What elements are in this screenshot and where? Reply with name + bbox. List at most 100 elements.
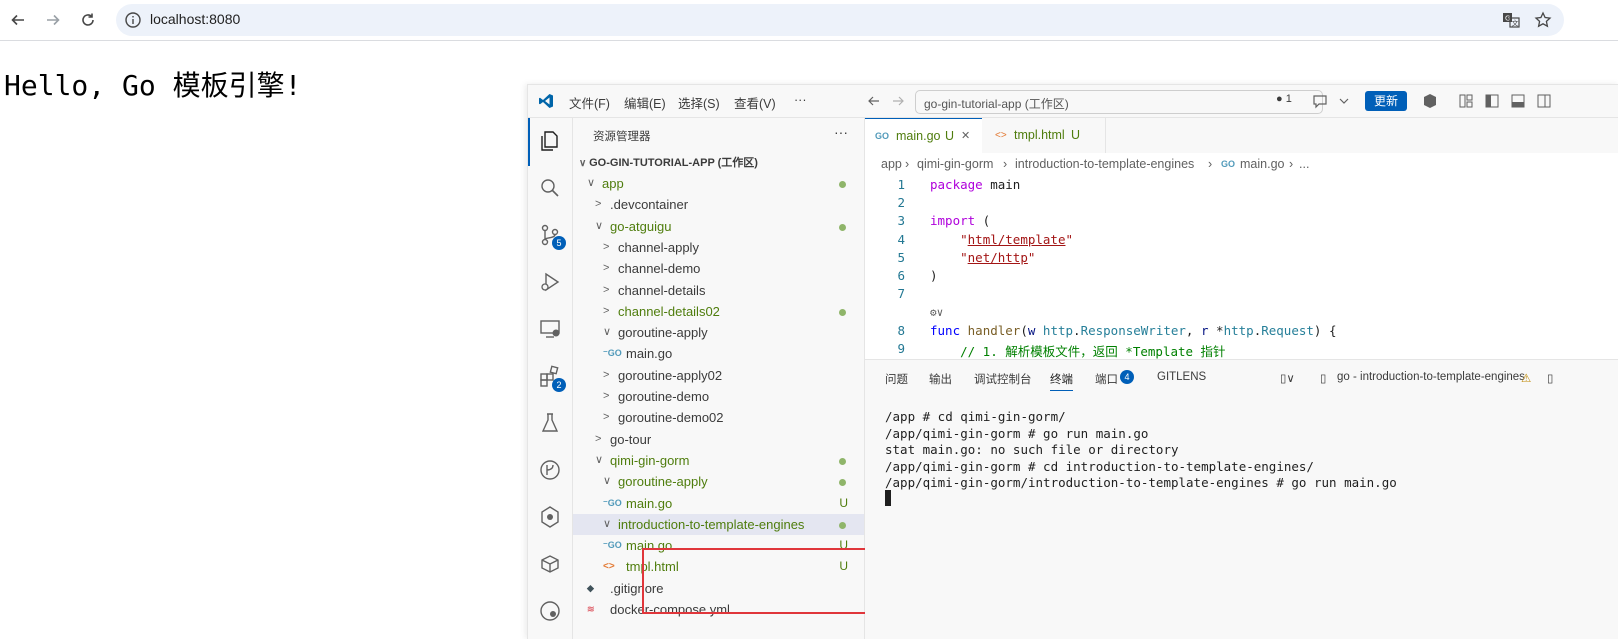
tree-item[interactable]: > goroutine-demo02 bbox=[573, 407, 864, 428]
panel-tab-output[interactable]: 输出 bbox=[929, 371, 952, 387]
tree-item[interactable]: ∨ go-atguigu bbox=[573, 216, 864, 237]
chevron-right-icon: › bbox=[905, 157, 910, 171]
code-line[interactable]: func handler(w http.ResponseWriter, r *h… bbox=[930, 323, 1336, 338]
tree-item[interactable]: > goroutine-apply02 bbox=[573, 365, 864, 386]
explorer-more-button[interactable]: ··· bbox=[834, 124, 848, 140]
panel-tab-gitlens[interactable]: GITLENS bbox=[1157, 371, 1206, 383]
chevron-right-icon: > bbox=[595, 432, 602, 445]
url-text[interactable]: localhost:8080 bbox=[150, 11, 240, 27]
tree-item-label: go-tour bbox=[610, 431, 652, 447]
remote-explorer-icon[interactable] bbox=[538, 317, 562, 341]
address-bar[interactable]: localhost:8080 G文 bbox=[116, 4, 1564, 36]
tree-item[interactable]: > .devcontainer bbox=[573, 194, 864, 215]
toggle-secondary-sidebar-icon[interactable] bbox=[1536, 93, 1552, 109]
close-icon[interactable]: ✕ bbox=[961, 119, 970, 154]
tree-item[interactable]: ⁻GO main.go bbox=[573, 343, 864, 364]
testing-icon[interactable] bbox=[538, 411, 562, 435]
workspace-header[interactable]: ∨ GO-GIN-TUTORIAL-APP (工作区) bbox=[579, 154, 758, 170]
code-line[interactable]: "html/template" bbox=[930, 232, 1073, 247]
tree-item[interactable]: > channel-details02 bbox=[573, 301, 864, 322]
customize-layout-icon[interactable] bbox=[1458, 93, 1474, 109]
copilot-icon[interactable] bbox=[1422, 93, 1438, 109]
code-line[interactable]: package main bbox=[930, 177, 1020, 192]
info-icon[interactable] bbox=[124, 11, 142, 29]
terminal-name[interactable]: go - introduction-to-template-engines bbox=[1337, 371, 1525, 383]
menu-view[interactable]: 查看(V) bbox=[734, 93, 776, 112]
activity-bar: 5 2 bbox=[528, 118, 573, 639]
menu-selection[interactable]: 选择(S) bbox=[678, 93, 720, 112]
terminal-cursor bbox=[885, 490, 891, 506]
tree-item[interactable]: ∨ qimi-gin-gorm bbox=[573, 450, 864, 471]
chevron-right-icon: > bbox=[603, 390, 610, 402]
panel-tab-ports[interactable]: 端口 bbox=[1095, 371, 1118, 387]
menu-more[interactable]: ··· bbox=[794, 93, 807, 107]
panel-tab-debug-console[interactable]: 调试控制台 bbox=[974, 371, 1032, 387]
nav-forward-icon[interactable] bbox=[890, 93, 906, 109]
tree-item-label: channel-details02 bbox=[618, 303, 720, 319]
containers-icon[interactable] bbox=[538, 552, 562, 576]
code-line[interactable]: ) bbox=[930, 268, 938, 283]
breadcrumb-item[interactable]: app bbox=[881, 153, 902, 175]
code-line[interactable]: import ( bbox=[930, 213, 990, 228]
breadcrumb-item[interactable]: introduction-to-template-engines bbox=[1015, 153, 1194, 175]
breadcrumb-item[interactable]: ... bbox=[1299, 153, 1309, 175]
nav-back-icon[interactable] bbox=[866, 93, 882, 109]
tree-item[interactable]: > go-tour bbox=[573, 429, 864, 450]
modified-dot-icon bbox=[839, 223, 846, 231]
forward-icon[interactable] bbox=[41, 8, 65, 32]
reload-icon[interactable] bbox=[76, 8, 100, 32]
go-file-icon: ⁻GO bbox=[603, 497, 622, 508]
modified-dot-icon bbox=[839, 479, 846, 487]
tree-item-label: introduction-to-template-engines bbox=[618, 516, 805, 532]
code-line[interactable]: "net/http" bbox=[930, 250, 1035, 265]
panel-tab-problems[interactable]: 问题 bbox=[885, 371, 908, 387]
notification-indicator[interactable]: ● 1 bbox=[1276, 93, 1292, 105]
toggle-panel-icon[interactable] bbox=[1510, 93, 1526, 109]
go-file-icon: GO bbox=[875, 131, 890, 141]
translate-icon[interactable]: G文 bbox=[1502, 11, 1520, 29]
gitlens-icon[interactable] bbox=[538, 505, 562, 529]
modified-dot-icon bbox=[839, 181, 846, 188]
search-icon[interactable] bbox=[538, 176, 562, 200]
tree-item[interactable]: ∨ goroutine-apply bbox=[573, 471, 864, 492]
tree-item-label: goroutine-demo bbox=[618, 389, 710, 404]
tab-marker: U bbox=[1071, 128, 1081, 142]
modified-dot-icon bbox=[839, 457, 846, 465]
tab-tmpl-html[interactable]: <> tmpl.html U bbox=[983, 118, 1106, 153]
menu-edit[interactable]: 编辑(E) bbox=[624, 93, 666, 112]
toggle-sidebar-icon[interactable] bbox=[1484, 93, 1500, 109]
chevron-down-icon[interactable] bbox=[1336, 93, 1352, 109]
menu-file[interactable]: 文件(F) bbox=[569, 93, 610, 112]
tree-item[interactable]: > channel-apply bbox=[573, 237, 864, 258]
explorer-icon[interactable] bbox=[538, 129, 562, 153]
chat-icon[interactable] bbox=[1312, 93, 1328, 109]
code-line[interactable]: // 1. 解析模板文件，返回 *Template 指针 bbox=[930, 341, 1225, 359]
split-terminal-icon[interactable]: ▯∨ bbox=[1280, 371, 1295, 385]
tree-item[interactable]: ∨ app bbox=[573, 173, 864, 194]
update-button[interactable]: 更新 bbox=[1365, 91, 1407, 111]
star-icon[interactable] bbox=[1534, 11, 1552, 29]
git-graph-icon[interactable] bbox=[538, 458, 562, 482]
tab-marker: U bbox=[945, 129, 955, 143]
tree-item[interactable]: > goroutine-demo bbox=[573, 386, 864, 407]
tree-item[interactable]: > channel-demo bbox=[573, 258, 864, 279]
tab-main-go[interactable]: GO main.go U ✕ bbox=[865, 118, 982, 154]
tree-item[interactable]: ∨ introduction-to-template-engines bbox=[573, 513, 864, 535]
tree-item[interactable]: ⁻GO main.go U bbox=[573, 493, 864, 514]
docker-file-icon: ≋ bbox=[587, 604, 595, 614]
tree-item[interactable]: > channel-details bbox=[573, 280, 864, 301]
panel-tab-terminal[interactable]: 终端 bbox=[1050, 371, 1073, 391]
run-debug-icon[interactable] bbox=[538, 270, 562, 294]
tree-item-label: goroutine-apply02 bbox=[618, 367, 723, 383]
code-editor[interactable]: 1 package main 2 3 import (4 "html/template"… bbox=[865, 175, 1618, 359]
code-line[interactable]: ⚙∨ bbox=[930, 304, 943, 319]
command-center[interactable]: go-gin-tutorial-app (工作区) bbox=[915, 90, 1323, 114]
docker-icon[interactable] bbox=[538, 599, 562, 623]
breadcrumb-item[interactable]: qimi-gin-gorm bbox=[917, 153, 993, 175]
back-icon[interactable] bbox=[6, 8, 30, 32]
tree-item[interactable]: ∨ goroutine-apply bbox=[573, 322, 864, 343]
breadcrumb-item[interactable]: main.go bbox=[1240, 153, 1284, 175]
go-file-icon: ⁻GO bbox=[603, 540, 622, 551]
chevron-right-icon: > bbox=[595, 198, 602, 211]
maximize-panel-icon[interactable]: ▯ bbox=[1547, 371, 1553, 385]
